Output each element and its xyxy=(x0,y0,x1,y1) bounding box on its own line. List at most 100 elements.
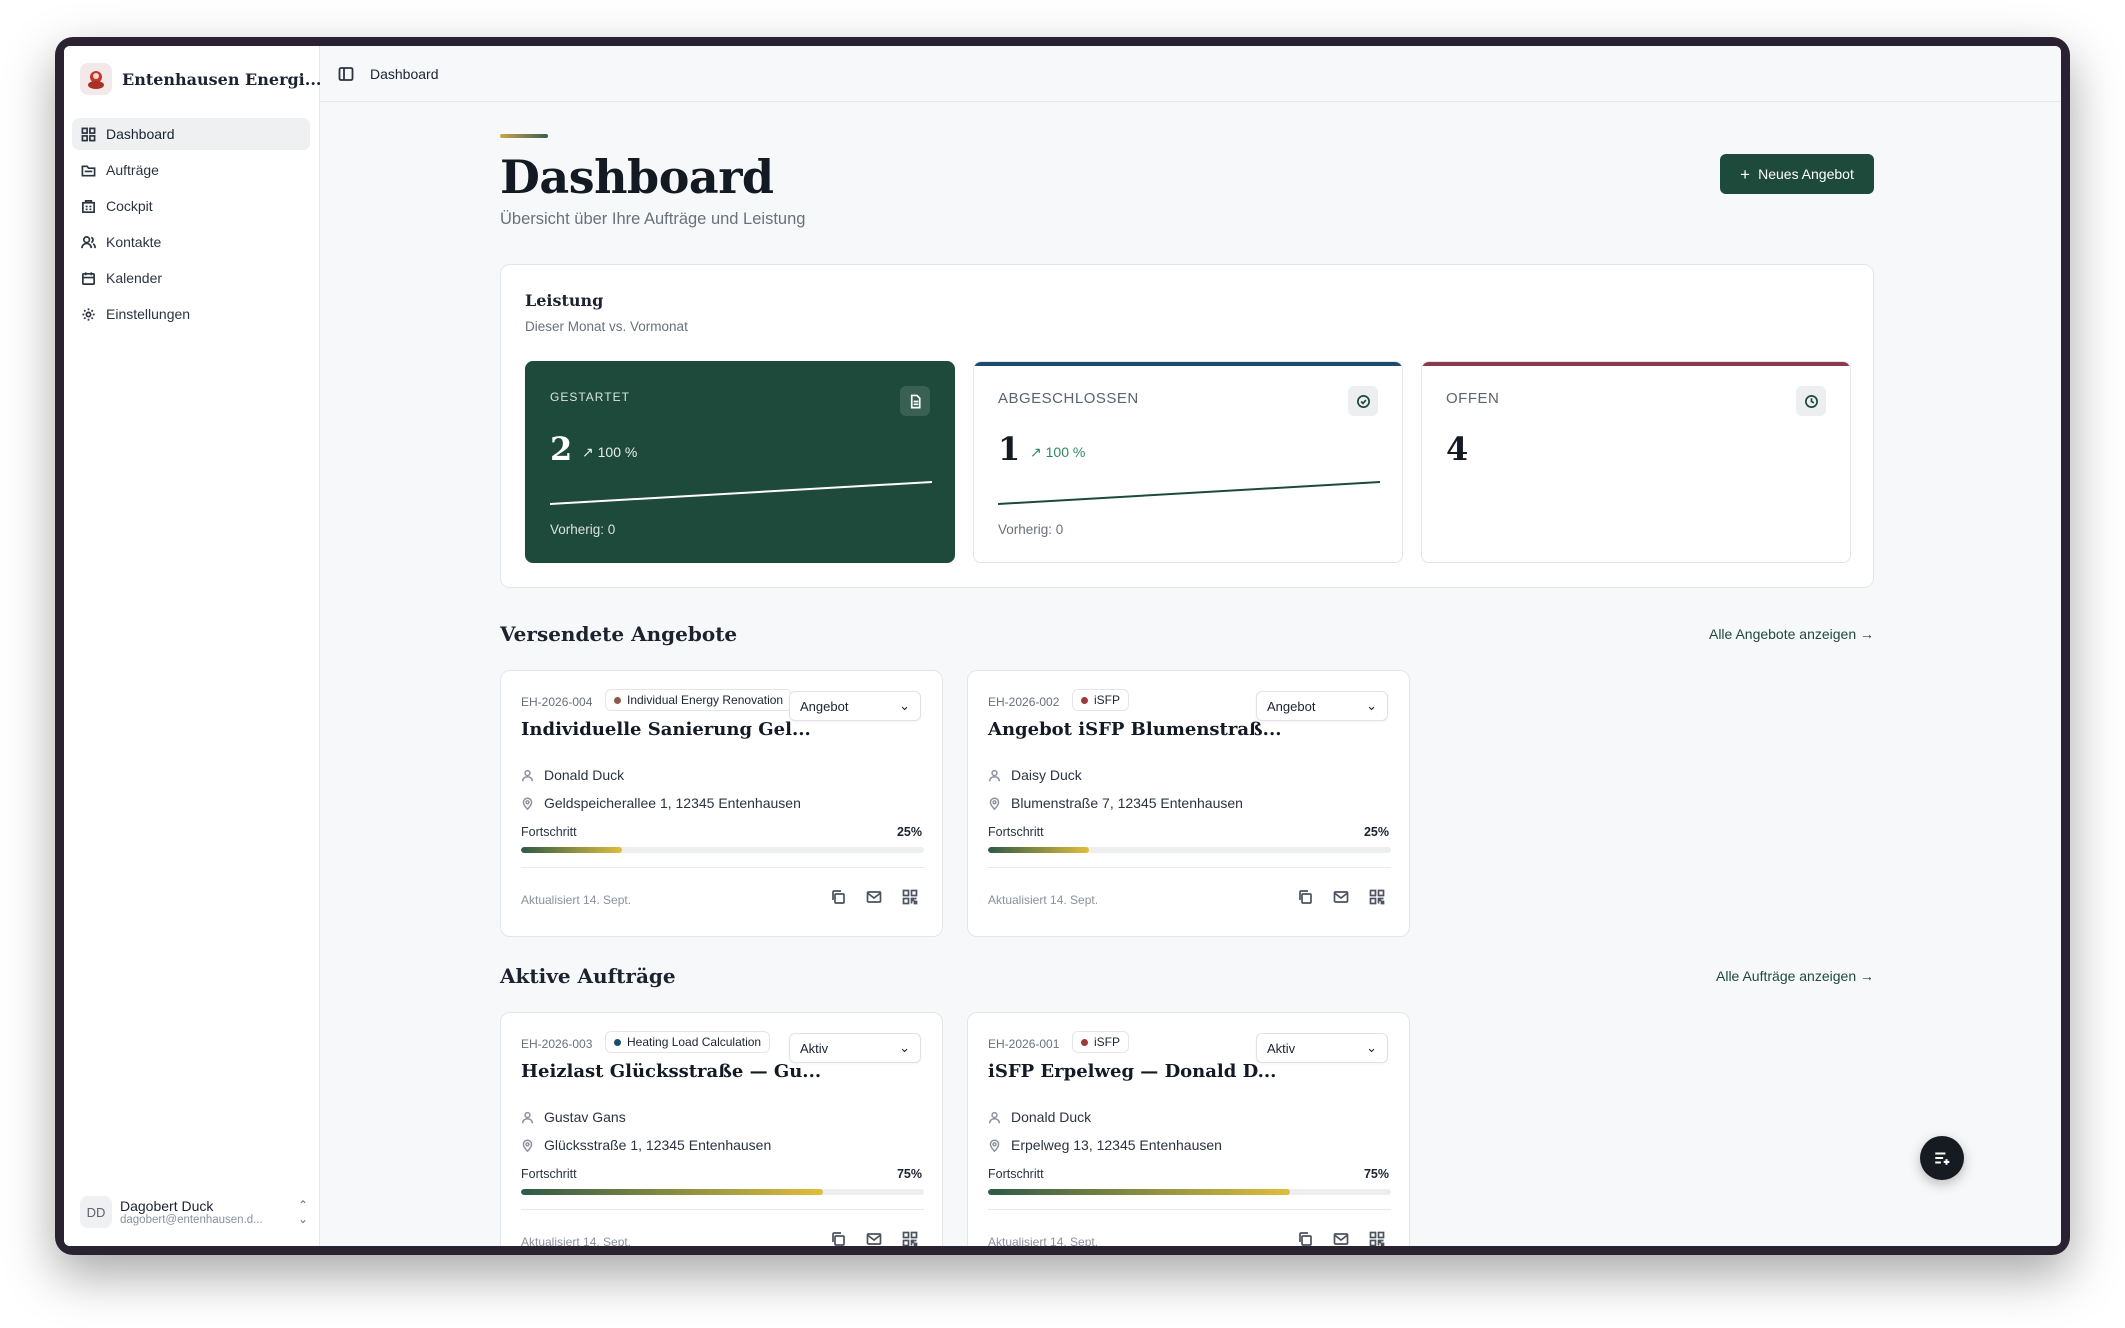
progress-bar xyxy=(521,847,924,853)
kpi-value: 4 xyxy=(1446,430,1469,468)
filter-fab-button[interactable] xyxy=(1920,1136,1964,1180)
address-row: Blumenstraße 7, 12345 Entenhausen xyxy=(988,795,1243,811)
performance-title: Leistung xyxy=(525,291,604,310)
user-icon xyxy=(988,769,1001,781)
sidebar-toggle-icon[interactable] xyxy=(338,66,354,82)
qr-code-icon[interactable] xyxy=(902,889,918,905)
sidebar-item-einstellungen[interactable]: Einstellungen xyxy=(72,298,310,330)
user-icon xyxy=(521,1111,534,1123)
contact-row: Donald Duck xyxy=(988,1109,1091,1125)
new-offer-button[interactable]: + Neues Angebot xyxy=(1720,154,1874,194)
progress-label: Fortschritt xyxy=(988,825,1044,839)
mail-icon[interactable] xyxy=(1333,889,1349,905)
category-tag: Heating Load Calculation xyxy=(605,1031,771,1053)
page-subtitle: Übersicht über Ihre Aufträge und Leistun… xyxy=(500,210,806,228)
all-orders-link[interactable]: Alle Aufträge anzeigen → xyxy=(1716,968,1874,984)
status-select[interactable]: Aktiv ⌄ xyxy=(789,1033,921,1063)
address-row: Geldspeicherallee 1, 12345 Entenhausen xyxy=(521,795,801,811)
status-select[interactable]: Aktiv ⌄ xyxy=(1256,1033,1388,1063)
kpi-trend: ↗ 100 % xyxy=(1030,444,1086,460)
chevron-down-icon: ⌄ xyxy=(1366,698,1377,713)
qr-code-icon[interactable] xyxy=(902,1231,918,1246)
chevron-down-icon: ⌄ xyxy=(1366,1040,1377,1055)
category-tag: iSFP xyxy=(1072,689,1130,711)
copy-icon[interactable] xyxy=(830,1231,846,1246)
mail-icon[interactable] xyxy=(866,889,882,905)
card-title: Angebot iSFP Blumenstraß... xyxy=(988,719,1282,740)
user-menu[interactable]: DD Dagobert Duck dagobert@entenhausen.d.… xyxy=(80,1196,308,1228)
user-icon xyxy=(988,1111,1001,1123)
kpi-card-offen[interactable]: OFFEN 4 xyxy=(1421,361,1851,563)
progress-label: Fortschritt xyxy=(988,1167,1044,1181)
card-id: EH-2026-001 xyxy=(988,1037,1060,1051)
qr-code-icon[interactable] xyxy=(1369,1231,1385,1246)
new-offer-label: Neues Angebot xyxy=(1758,166,1854,182)
updated-text: Aktualisiert 14. Sept. xyxy=(988,893,1099,907)
progress-value: 25% xyxy=(896,825,922,839)
offer-card[interactable]: EH-2026-002 iSFP Angebot ⌄ Angebot iSFP B… xyxy=(967,670,1410,937)
contact-row: Gustav Gans xyxy=(521,1109,626,1125)
sidebar-item-auftraege[interactable]: Aufträge xyxy=(72,154,310,186)
building-icon xyxy=(82,199,95,213)
dashboard-icon xyxy=(81,127,96,141)
sidebar-item-kontakte[interactable]: Kontakte xyxy=(72,226,310,258)
sidebar-item-label: Aufträge xyxy=(106,162,159,178)
contact-row: Donald Duck xyxy=(521,767,624,783)
sidebar-item-label: Kalender xyxy=(106,270,163,286)
sidebar-item-label: Cockpit xyxy=(106,198,153,214)
address-row: Glücksstraße 1, 12345 Entenhausen xyxy=(521,1137,771,1153)
app-screen: Entenhausen Energi... Dashboard Aufträge… xyxy=(64,46,2061,1246)
copy-icon[interactable] xyxy=(1297,889,1313,905)
sidebar-item-dashboard[interactable]: Dashboard xyxy=(72,118,310,150)
status-select[interactable]: Angebot ⌄ xyxy=(789,691,921,721)
progress-bar xyxy=(988,847,1391,853)
map-pin-icon xyxy=(989,1139,1000,1152)
document-icon xyxy=(900,386,930,416)
user-email: dagobert@entenhausen.d... xyxy=(120,1214,263,1226)
page-title: Dashboard xyxy=(500,150,774,204)
main-content: Dashboard Übersicht über Ihre Aufträge u… xyxy=(320,102,2061,1246)
sidebar-nav: Dashboard Aufträge Cockpit Kontakte Kale… xyxy=(72,118,310,334)
kpi-label: OFFEN xyxy=(1446,390,1500,407)
qr-code-icon[interactable] xyxy=(1369,889,1385,905)
mail-icon[interactable] xyxy=(866,1231,882,1246)
user-icon xyxy=(521,769,534,781)
card-id: EH-2026-002 xyxy=(988,695,1060,709)
calendar-icon xyxy=(82,271,95,285)
list-filter-icon xyxy=(1935,1152,1950,1165)
category-tag: Individual Energy Renovation xyxy=(605,689,793,711)
progress-value: 25% xyxy=(1363,825,1389,839)
users-icon xyxy=(81,235,96,248)
sidebar: Entenhausen Energi... Dashboard Aufträge… xyxy=(64,46,321,1246)
kpi-trend: ↗ 100 % xyxy=(582,444,638,460)
order-card[interactable]: EH-2026-003 Heating Load Calculation Akt… xyxy=(500,1012,943,1246)
mail-icon[interactable] xyxy=(1333,1231,1349,1246)
all-offers-link[interactable]: Alle Angebote anzeigen → xyxy=(1709,626,1874,642)
address-row: Erpelweg 13, 12345 Entenhausen xyxy=(988,1137,1222,1153)
sidebar-item-cockpit[interactable]: Cockpit xyxy=(72,190,310,222)
kpi-card-abgeschlossen[interactable]: ABGESCHLOSSEN 1 ↗ 100 % Vorherig: 0 xyxy=(973,361,1403,563)
brand[interactable]: Entenhausen Energi... xyxy=(80,62,321,96)
map-pin-icon xyxy=(522,1139,533,1152)
performance-panel: Leistung Dieser Monat vs. Vormonat GESTA… xyxy=(500,264,1874,588)
copy-icon[interactable] xyxy=(1297,1231,1313,1246)
avatar: DD xyxy=(80,1196,112,1228)
map-pin-icon xyxy=(989,797,1000,810)
order-card[interactable]: EH-2026-001 iSFP Aktiv ⌄ iSFP Erpelweg — … xyxy=(967,1012,1410,1246)
card-id: EH-2026-004 xyxy=(521,695,593,709)
card-id: EH-2026-003 xyxy=(521,1037,593,1051)
folder-icon xyxy=(81,164,96,176)
kpi-card-gestartet[interactable]: GESTARTET 2 ↗ 100 % Vorherig: 0 xyxy=(525,361,955,563)
plus-icon: + xyxy=(1740,164,1751,184)
offer-card[interactable]: EH-2026-004 Individual Energy Renovation… xyxy=(500,670,943,937)
sidebar-item-label: Kontakte xyxy=(106,234,162,250)
kpi-sparkline xyxy=(998,481,1380,505)
breadcrumb: Dashboard xyxy=(370,65,439,82)
sidebar-item-label: Dashboard xyxy=(106,126,175,142)
updated-text: Aktualisiert 14. Sept. xyxy=(988,1235,1099,1246)
kpi-label: GESTARTET xyxy=(550,390,630,404)
copy-icon[interactable] xyxy=(830,889,846,905)
sidebar-item-kalender[interactable]: Kalender xyxy=(72,262,310,294)
chevron-up-down-icon[interactable]: ⌃ ⌄ xyxy=(298,1198,308,1226)
status-select[interactable]: Angebot ⌄ xyxy=(1256,691,1388,721)
